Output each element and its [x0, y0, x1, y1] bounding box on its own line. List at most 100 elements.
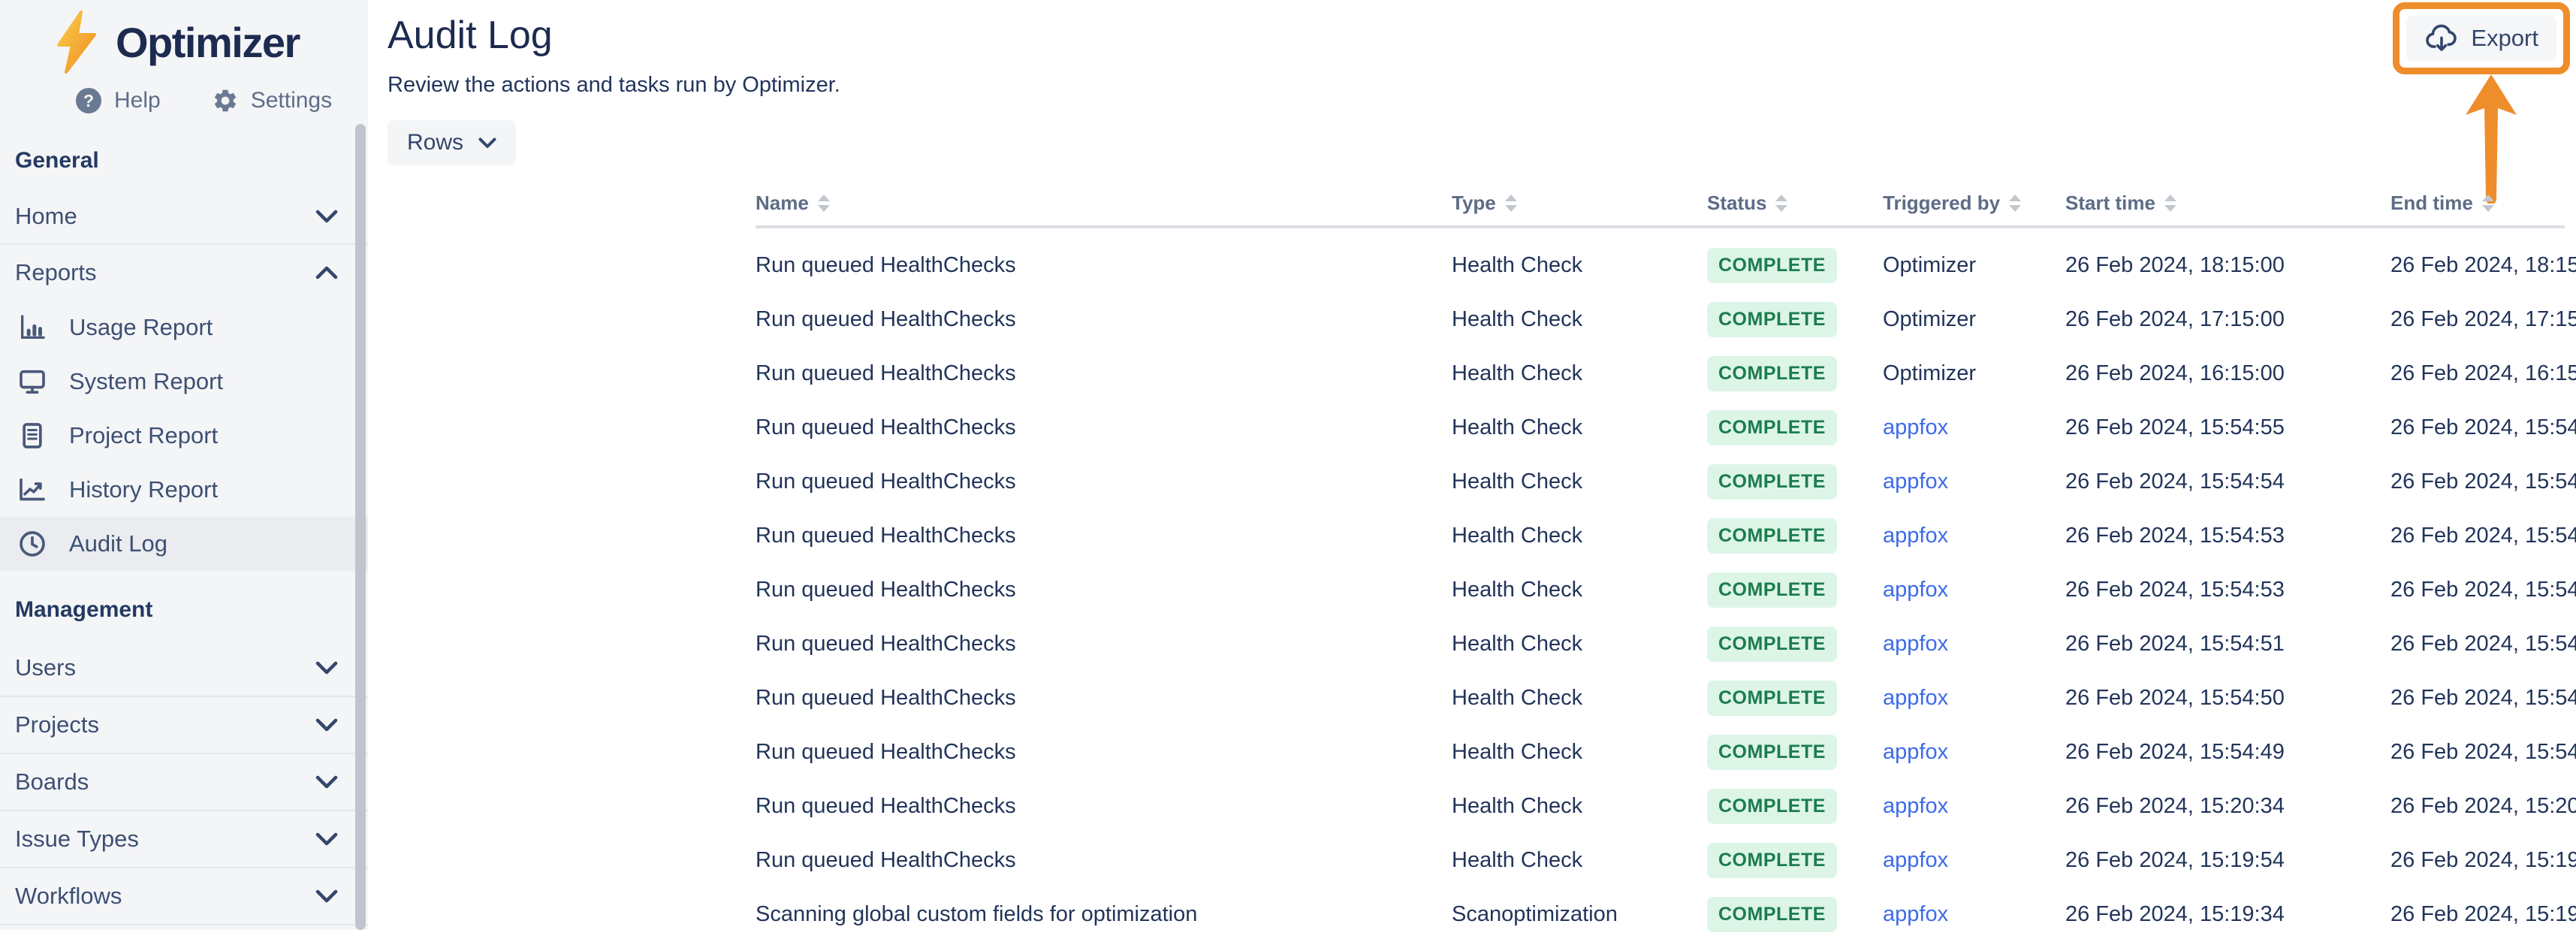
status-badge: COMPLETE: [1707, 356, 1837, 391]
table-row: Run queued HealthChecks Health Check COM…: [756, 337, 2565, 391]
table-row: Run queued HealthChecks Health Check COM…: [756, 823, 2565, 877]
cell-start-time: 26 Feb 2024, 15:54:53: [2065, 578, 2390, 602]
cell-triggered-by[interactable]: appfox: [1883, 415, 2065, 440]
sidebar-item-project-report[interactable]: Project Report: [0, 409, 368, 463]
export-button[interactable]: Export: [2406, 16, 2556, 61]
cell-type: Health Check: [1452, 524, 1707, 548]
cell-end-time: 26 Feb 2024, 18:15:00: [2390, 253, 2576, 278]
cell-start-time: 26 Feb 2024, 16:15:00: [2065, 361, 2390, 386]
column-header-name[interactable]: Name: [756, 192, 1452, 215]
status-badge: COMPLETE: [1707, 464, 1837, 500]
cell-name: Run queued HealthChecks: [756, 794, 1452, 819]
annotation-highlight-box: Export: [2393, 2, 2570, 74]
cell-start-time: 26 Feb 2024, 15:54:55: [2065, 415, 2390, 440]
table-row: Run queued HealthChecks Health Check COM…: [756, 769, 2565, 823]
cell-end-time: 26 Feb 2024, 15:19:35: [2390, 902, 2576, 927]
cell-name: Scanning global custom fields for optimi…: [756, 902, 1452, 927]
cell-triggered-by[interactable]: appfox: [1883, 524, 2065, 548]
sidebar-item-system-report[interactable]: System Report: [0, 355, 368, 409]
sidebar-item-workflows[interactable]: Workflows: [0, 868, 368, 924]
help-button[interactable]: ? Help: [75, 87, 161, 114]
sidebar-item-usage-report[interactable]: Usage Report: [0, 300, 368, 355]
cell-type: Health Check: [1452, 632, 1707, 657]
status-badge: COMPLETE: [1707, 572, 1837, 608]
cell-type: Health Check: [1452, 307, 1707, 332]
table-row: Scanning global custom fields for optimi…: [756, 877, 2565, 931]
column-header-triggered-by[interactable]: Triggered by: [1883, 192, 2065, 215]
gear-icon: [212, 87, 239, 114]
main-content: Audit Log Review the actions and tasks r…: [368, 0, 2576, 930]
cell-end-time: 26 Feb 2024, 15:54:53: [2390, 524, 2576, 548]
cell-start-time: 26 Feb 2024, 15:20:34: [2065, 794, 2390, 819]
chevron-down-icon: [315, 775, 338, 789]
sidebar-item-issue-types[interactable]: Issue Types: [0, 811, 368, 867]
cell-triggered-by[interactable]: appfox: [1883, 740, 2065, 765]
cell-triggered-by[interactable]: appfox: [1883, 794, 2065, 819]
sidebar-item-home[interactable]: Home: [0, 189, 368, 243]
help-label: Help: [114, 88, 161, 113]
sidebar-item-users[interactable]: Users: [0, 640, 368, 696]
table-row: Run queued HealthChecks Health Check COM…: [756, 661, 2565, 715]
sidebar-item-audit-log[interactable]: Audit Log: [0, 517, 368, 571]
cell-triggered-by[interactable]: appfox: [1883, 578, 2065, 602]
table-row: Run queued HealthChecks Health Check COM…: [756, 553, 2565, 607]
page-title: Audit Log: [388, 14, 2576, 57]
table-row: Run queued HealthChecks Health Check COM…: [756, 715, 2565, 769]
cell-triggered-by[interactable]: appfox: [1883, 632, 2065, 657]
table-row: Run queued HealthChecks Health Check COM…: [756, 391, 2565, 445]
sort-icon: [2482, 195, 2494, 212]
cell-triggered-by[interactable]: appfox: [1883, 902, 2065, 927]
cell-triggered-by[interactable]: appfox: [1883, 848, 2065, 873]
sidebar-item-reports[interactable]: Reports: [0, 245, 368, 300]
cell-name: Run queued HealthChecks: [756, 740, 1452, 765]
audit-log-table: Name Type Status Triggered by Start time…: [756, 188, 2565, 931]
page-subtitle: Review the actions and tasks run by Opti…: [388, 72, 2576, 98]
cell-end-time: 26 Feb 2024, 15:54:52: [2390, 632, 2576, 657]
settings-label: Settings: [251, 88, 332, 113]
table-row: Run queued HealthChecks Health Check COM…: [756, 282, 2565, 337]
chevron-down-icon: [315, 832, 338, 846]
divider: [0, 924, 368, 925]
cell-name: Run queued HealthChecks: [756, 578, 1452, 602]
cell-name: Run queued HealthChecks: [756, 253, 1452, 278]
annotation-arrow-up: [2464, 74, 2518, 204]
sidebar-item-boards[interactable]: Boards: [0, 754, 368, 810]
cell-type: Health Check: [1452, 253, 1707, 278]
cell-start-time: 26 Feb 2024, 15:19:34: [2065, 902, 2390, 927]
table-row: Run queued HealthChecks Health Check COM…: [756, 228, 2565, 282]
cell-type: Health Check: [1452, 848, 1707, 873]
cell-name: Run queued HealthChecks: [756, 307, 1452, 332]
clock-icon: [17, 528, 48, 560]
cell-end-time: 26 Feb 2024, 16:15:00: [2390, 361, 2576, 386]
sidebar-scrollbar[interactable]: [355, 124, 366, 930]
lightning-bolt-icon: [53, 11, 101, 74]
settings-button[interactable]: Settings: [212, 87, 332, 114]
sidebar-item-history-report[interactable]: History Report: [0, 463, 368, 517]
sort-icon: [2164, 195, 2176, 212]
cell-end-time: 26 Feb 2024, 15:54:49: [2390, 740, 2576, 765]
sort-icon: [1775, 195, 1787, 212]
cell-triggered-by: Optimizer: [1883, 253, 2065, 278]
table-row: Run queued HealthChecks Health Check COM…: [756, 445, 2565, 499]
section-header-general: General: [15, 147, 368, 174]
bar-chart-icon: [17, 312, 48, 343]
cell-end-time: 26 Feb 2024, 15:20:34: [2390, 794, 2576, 819]
cell-end-time: 26 Feb 2024, 15:54:55: [2390, 415, 2576, 440]
cell-type: Health Check: [1452, 578, 1707, 602]
sidebar-item-projects[interactable]: Projects: [0, 697, 368, 753]
cell-end-time: 26 Feb 2024, 15:54:55: [2390, 469, 2576, 494]
cell-triggered-by[interactable]: appfox: [1883, 469, 2065, 494]
cell-triggered-by[interactable]: appfox: [1883, 686, 2065, 711]
cell-start-time: 26 Feb 2024, 15:19:54: [2065, 848, 2390, 873]
chevron-down-icon: [315, 718, 338, 732]
column-header-status[interactable]: Status: [1707, 192, 1883, 215]
rows-dropdown-button[interactable]: Rows: [388, 120, 516, 165]
table-row: Run queued HealthChecks Health Check COM…: [756, 499, 2565, 553]
column-header-end-time[interactable]: End time: [2390, 192, 2576, 215]
cell-name: Run queued HealthChecks: [756, 524, 1452, 548]
cell-start-time: 26 Feb 2024, 18:15:00: [2065, 253, 2390, 278]
column-header-start-time[interactable]: Start time: [2065, 192, 2390, 215]
cell-type: Health Check: [1452, 469, 1707, 494]
column-header-type[interactable]: Type: [1452, 192, 1707, 215]
section-header-management: Management: [15, 596, 368, 623]
